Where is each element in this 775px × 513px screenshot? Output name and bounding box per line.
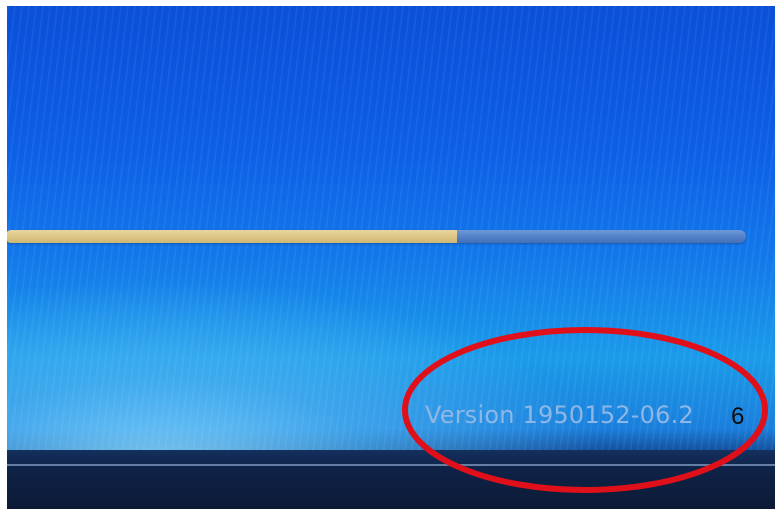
- version-label: Version 1950152-06.2: [425, 401, 694, 429]
- boot-screen: Version 1950152-06.2 6: [7, 6, 775, 509]
- taskbar: [7, 450, 775, 509]
- progress-bar-fill: [7, 230, 457, 243]
- taskbar-divider: [7, 464, 775, 466]
- progress-bar: [7, 230, 746, 243]
- annotation-number: 6: [731, 403, 745, 430]
- photo-frame: Version 1950152-06.2 6: [0, 0, 775, 513]
